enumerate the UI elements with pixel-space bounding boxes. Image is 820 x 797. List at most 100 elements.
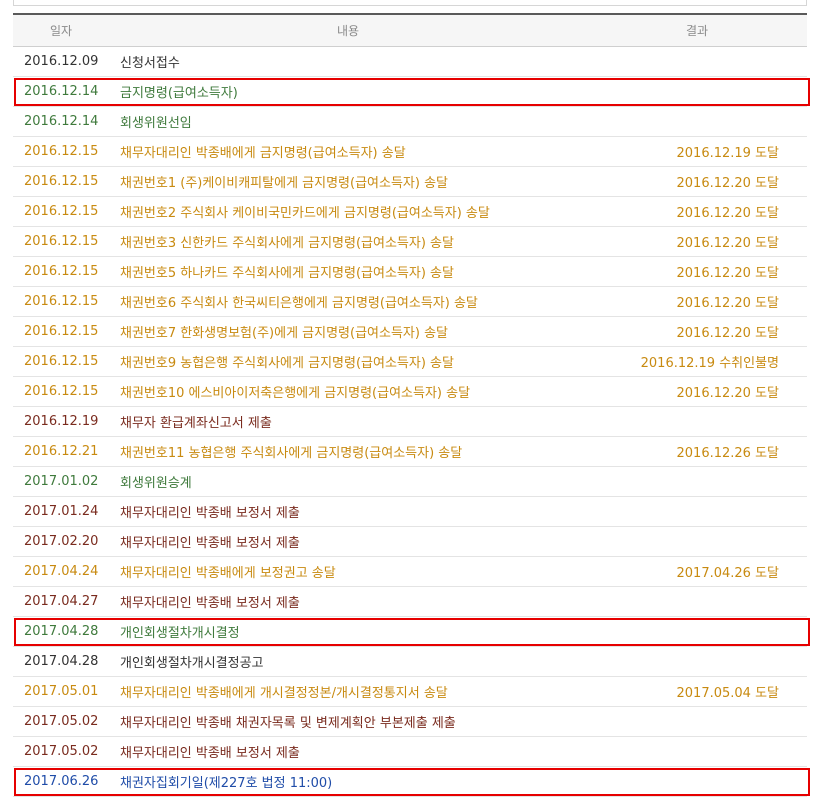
content-cell: 채무자대리인 박종배 보정서 제출 bbox=[109, 736, 587, 767]
date-cell: 2016.12.15 bbox=[13, 136, 109, 167]
content-cell: 개인회생절차개시결정공고 bbox=[109, 646, 587, 677]
content-cell: 채권번호6 주식회사 한국씨티은행에게 금지명령(급여소득자) 송달 bbox=[109, 286, 587, 317]
header-date: 일자 bbox=[13, 13, 109, 47]
date-cell: 2016.12.19 bbox=[13, 406, 109, 437]
table-row: 2016.12.15 채권번호9 농협은행 주식회사에게 금지명령(급여소득자) … bbox=[13, 346, 807, 377]
content-cell: 채권번호2 주식회사 케이비국민카드에게 금지명령(급여소득자) 송달 bbox=[109, 196, 587, 227]
table-row: 2017.04.28 개인회생절차개시결정 bbox=[13, 616, 807, 647]
table-row: 2016.12.15 채권번호10 에스비아이저축은행에게 금지명령(급여소득자)… bbox=[13, 376, 807, 407]
result-cell bbox=[587, 406, 807, 437]
date-cell: 2016.12.15 bbox=[13, 316, 109, 347]
date-cell: 2016.12.14 bbox=[13, 106, 109, 137]
date-cell: 2016.12.15 bbox=[13, 166, 109, 197]
content-cell: 채권번호3 신한카드 주식회사에게 금지명령(급여소득자) 송달 bbox=[109, 226, 587, 257]
table-row: 2016.12.14 회생위원선임 bbox=[13, 106, 807, 137]
result-cell bbox=[587, 586, 807, 617]
result-cell: 2016.12.20 도달 bbox=[587, 256, 807, 287]
content-cell: 채무자대리인 박종배 채권자목록 및 변제계획안 부본제출 제출 bbox=[109, 706, 587, 737]
content-cell: 채권번호7 한화생명보험(주)에게 금지명령(급여소득자) 송달 bbox=[109, 316, 587, 347]
date-cell: 2016.12.15 bbox=[13, 346, 109, 377]
case-progress-table: 일자 내용 결과 2016.12.09 신청서접수 2016.12.14 금지명령(급… bbox=[13, 13, 807, 797]
result-cell bbox=[587, 736, 807, 767]
content-cell: 금지명령(급여소득자) bbox=[109, 76, 587, 107]
table-row: 2017.02.20 채무자대리인 박종배 보정서 제출 bbox=[13, 526, 807, 557]
result-cell: 2016.12.19 수취인불명 bbox=[587, 346, 807, 377]
table-row: 2017.04.27 채무자대리인 박종배 보정서 제출 bbox=[13, 586, 807, 617]
result-cell bbox=[587, 766, 807, 797]
date-cell: 2017.05.02 bbox=[13, 706, 109, 737]
result-cell bbox=[587, 706, 807, 737]
content-cell: 채무자대리인 박종배 보정서 제출 bbox=[109, 586, 587, 617]
result-cell bbox=[587, 46, 807, 77]
header-content: 내용 bbox=[109, 13, 587, 47]
date-cell: 2017.04.28 bbox=[13, 616, 109, 647]
result-cell bbox=[587, 616, 807, 647]
table-row: 2016.12.19 채무자 환급계좌신고서 제출 bbox=[13, 406, 807, 437]
result-cell: 2016.12.20 도달 bbox=[587, 376, 807, 407]
content-cell: 채무자대리인 박종배 보정서 제출 bbox=[109, 496, 587, 527]
content-cell: 채권번호11 농협은행 주식회사에게 금지명령(급여소득자) 송달 bbox=[109, 436, 587, 467]
result-cell: 2016.12.26 도달 bbox=[587, 436, 807, 467]
result-cell: 2016.12.20 도달 bbox=[587, 226, 807, 257]
table-row: 2017.01.02 회생위원승계 bbox=[13, 466, 807, 497]
table-row: 2016.12.15 채권번호6 주식회사 한국씨티은행에게 금지명령(급여소득자… bbox=[13, 286, 807, 317]
header-result: 결과 bbox=[587, 13, 807, 47]
content-cell: 채권번호5 하나카드 주식회사에게 금지명령(급여소득자) 송달 bbox=[109, 256, 587, 287]
date-cell: 2017.02.20 bbox=[13, 526, 109, 557]
date-cell: 2016.12.14 bbox=[13, 76, 109, 107]
table-row: 2016.12.15 채권번호3 신한카드 주식회사에게 금지명령(급여소득자) … bbox=[13, 226, 807, 257]
date-cell: 2017.01.02 bbox=[13, 466, 109, 497]
table-row: 2016.12.15 채권번호5 하나카드 주식회사에게 금지명령(급여소득자) … bbox=[13, 256, 807, 287]
table-row: 2017.06.26 채권자집회기일(제227호 법정 11:00) bbox=[13, 766, 807, 797]
result-cell bbox=[587, 76, 807, 107]
date-cell: 2017.04.28 bbox=[13, 646, 109, 677]
result-cell bbox=[587, 466, 807, 497]
content-cell: 채권자집회기일(제227호 법정 11:00) bbox=[109, 766, 587, 797]
content-cell: 채무자대리인 박종배에게 개시결정정본/개시결정통지서 송달 bbox=[109, 676, 587, 707]
content-cell: 채무자대리인 박종배 보정서 제출 bbox=[109, 526, 587, 557]
date-cell: 2017.05.02 bbox=[13, 736, 109, 767]
content-cell: 회생위원승계 bbox=[109, 466, 587, 497]
content-cell: 채권번호1 (주)케이비캐피탈에게 금지명령(급여소득자) 송달 bbox=[109, 166, 587, 197]
date-cell: 2016.12.09 bbox=[13, 46, 109, 77]
result-cell: 2016.12.20 도달 bbox=[587, 196, 807, 227]
date-cell: 2017.06.26 bbox=[13, 766, 109, 797]
date-cell: 2016.12.15 bbox=[13, 256, 109, 287]
table-row: 2016.12.21 채권번호11 농협은행 주식회사에게 금지명령(급여소득자)… bbox=[13, 436, 807, 467]
result-cell bbox=[587, 646, 807, 677]
table-row: 2016.12.15 채권번호2 주식회사 케이비국민카드에게 금지명령(급여소득… bbox=[13, 196, 807, 227]
table-row: 2016.12.14 금지명령(급여소득자) bbox=[13, 76, 807, 107]
result-cell: 2017.05.04 도달 bbox=[587, 676, 807, 707]
date-cell: 2016.12.15 bbox=[13, 226, 109, 257]
table-row: 2017.04.24 채무자대리인 박종배에게 보정권고 송달 2017.04.26… bbox=[13, 556, 807, 587]
result-cell bbox=[587, 496, 807, 527]
table-row: 2016.12.15 채무자대리인 박종배에게 금지명령(급여소득자) 송달 201… bbox=[13, 136, 807, 167]
content-cell: 채무자 환급계좌신고서 제출 bbox=[109, 406, 587, 437]
date-cell: 2016.12.15 bbox=[13, 196, 109, 227]
table-row: 2017.04.28 개인회생절차개시결정공고 bbox=[13, 646, 807, 677]
table-header-row: 일자 내용 결과 bbox=[13, 13, 807, 47]
result-cell: 2016.12.20 도달 bbox=[587, 166, 807, 197]
content-cell: 회생위원선임 bbox=[109, 106, 587, 137]
table-row: 2017.05.02 채무자대리인 박종배 보정서 제출 bbox=[13, 736, 807, 767]
content-cell: 신청서접수 bbox=[109, 46, 587, 77]
table-row: 2016.12.15 채권번호7 한화생명보험(주)에게 금지명령(급여소득자) … bbox=[13, 316, 807, 347]
result-cell: 2017.04.26 도달 bbox=[587, 556, 807, 587]
result-cell bbox=[587, 526, 807, 557]
content-cell: 개인회생절차개시결정 bbox=[109, 616, 587, 647]
result-cell: 2016.12.20 도달 bbox=[587, 316, 807, 347]
result-cell: 2016.12.19 도달 bbox=[587, 136, 807, 167]
table-row: 2017.05.02 채무자대리인 박종배 채권자목록 및 변제계획안 부본제출 … bbox=[13, 706, 807, 737]
content-cell: 채권번호10 에스비아이저축은행에게 금지명령(급여소득자) 송달 bbox=[109, 376, 587, 407]
date-cell: 2017.04.24 bbox=[13, 556, 109, 587]
top-panel-edge bbox=[13, 0, 807, 6]
table-row: 2017.01.24 채무자대리인 박종배 보정서 제출 bbox=[13, 496, 807, 527]
date-cell: 2017.05.01 bbox=[13, 676, 109, 707]
content-cell: 채권번호9 농협은행 주식회사에게 금지명령(급여소득자) 송달 bbox=[109, 346, 587, 377]
table-row: 2016.12.09 신청서접수 bbox=[13, 46, 807, 77]
date-cell: 2016.12.15 bbox=[13, 286, 109, 317]
date-cell: 2017.01.24 bbox=[13, 496, 109, 527]
table-row: 2016.12.15 채권번호1 (주)케이비캐피탈에게 금지명령(급여소득자) … bbox=[13, 166, 807, 197]
result-cell: 2016.12.20 도달 bbox=[587, 286, 807, 317]
table-body: 2016.12.09 신청서접수 2016.12.14 금지명령(급여소득자) 2016… bbox=[13, 46, 807, 797]
